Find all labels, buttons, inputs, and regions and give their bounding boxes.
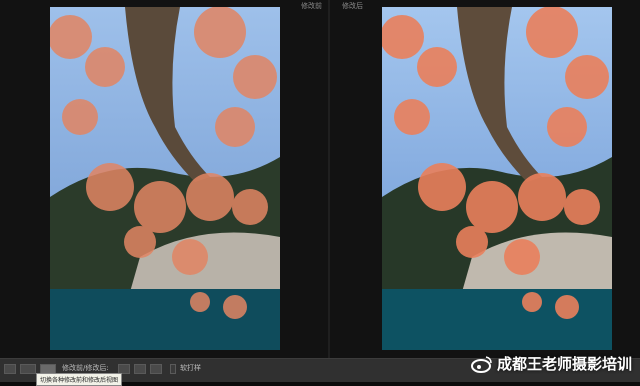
after-photo (382, 7, 612, 350)
swap-before-after-button[interactable] (150, 364, 162, 374)
view-tooltip: 切换各种修改前和修改后视图 (36, 373, 123, 386)
grid-view-button[interactable] (20, 364, 36, 374)
loupe-view-button[interactable] (4, 364, 16, 374)
before-pane: 修改前 (0, 0, 328, 358)
after-pane: 修改后 (330, 0, 640, 358)
copy-after-to-before-button[interactable] (134, 364, 146, 374)
before-photo (50, 7, 280, 350)
before-after-label: 修改前/修改后: (62, 364, 109, 372)
before-label: 修改前 (301, 2, 322, 10)
after-label: 修改后 (342, 2, 363, 10)
soft-proof-checkbox[interactable] (170, 364, 176, 374)
watermark: 成都王老师摄影培训 (470, 353, 632, 374)
watermark-text: 成都王老师摄影培训 (496, 355, 632, 373)
soft-proof-label: 软打样 (180, 364, 201, 372)
weibo-icon (470, 355, 492, 373)
